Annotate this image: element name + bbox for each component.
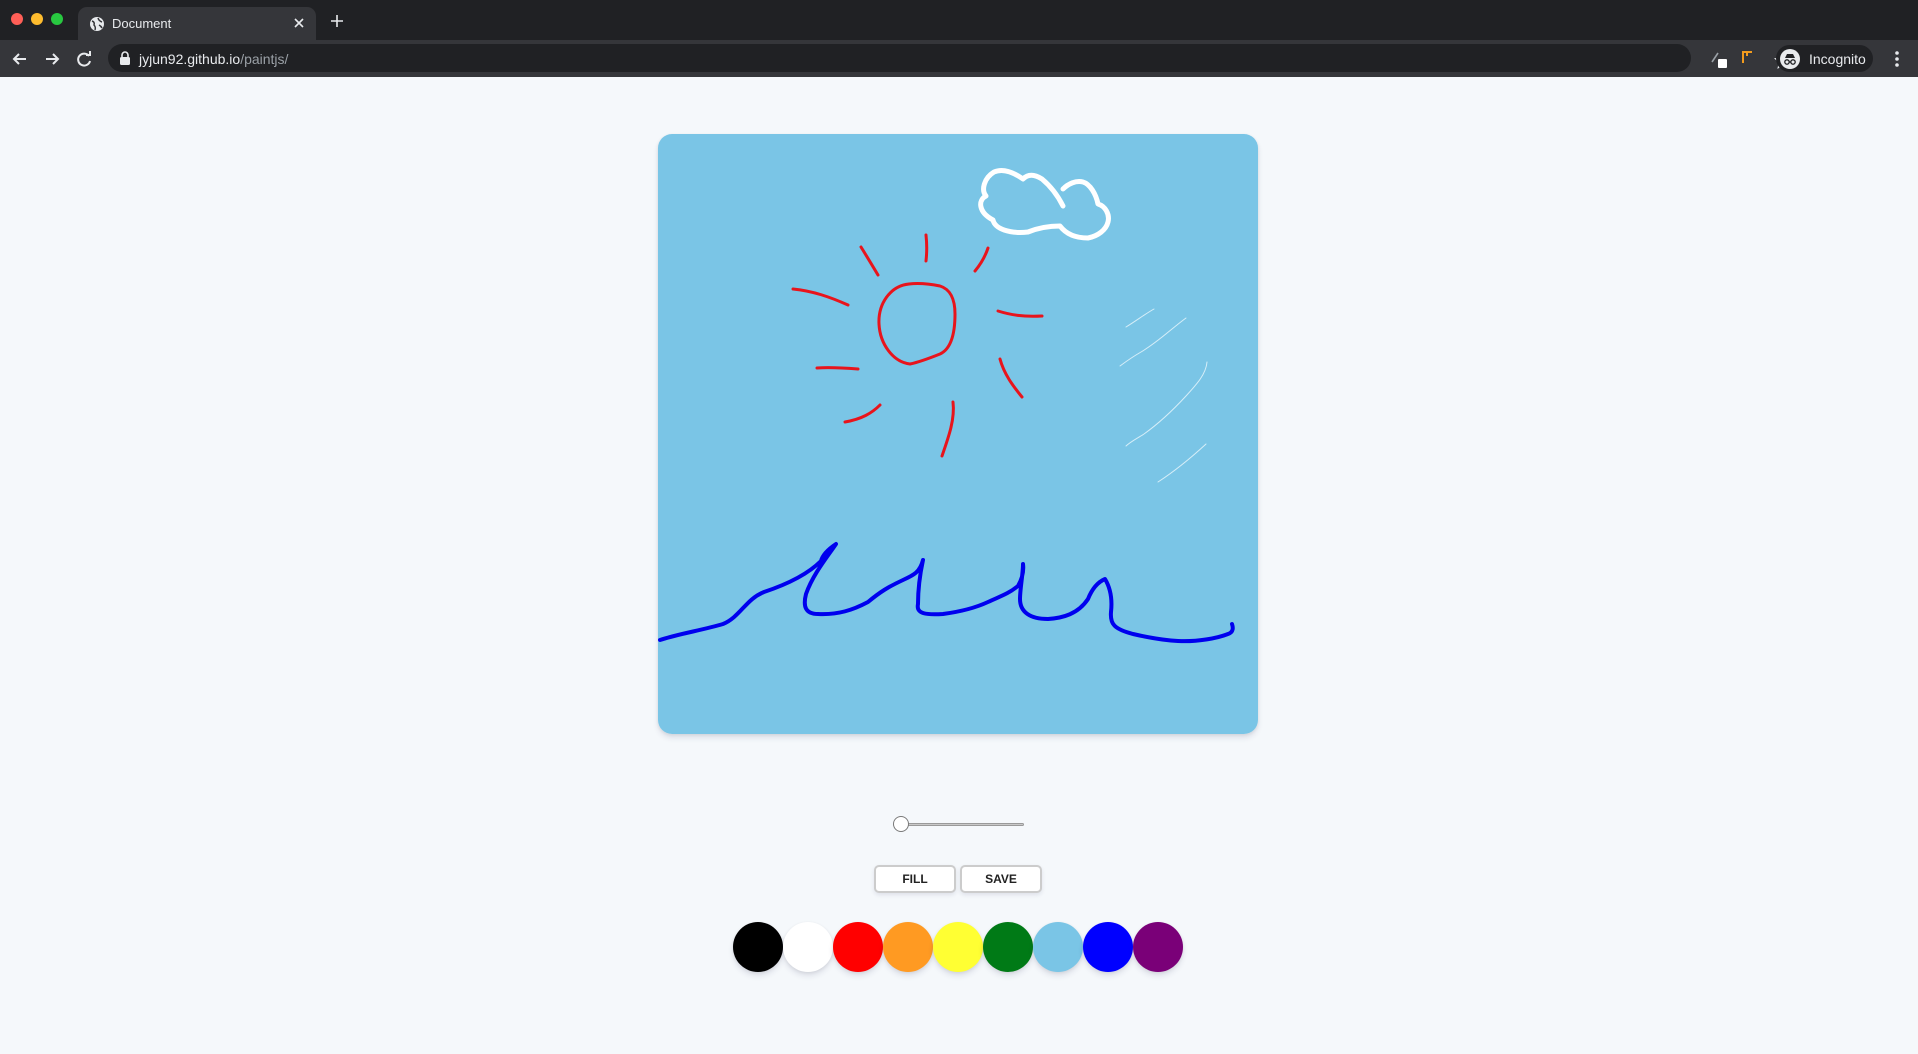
slider-thumb[interactable] <box>893 816 909 832</box>
close-window-button[interactable] <box>11 13 23 25</box>
color-swatch[interactable] <box>883 922 933 972</box>
color-swatch[interactable] <box>833 922 883 972</box>
forward-arrow-icon[interactable] <box>42 49 62 69</box>
brush-size-slider[interactable] <box>893 816 1024 832</box>
sun-ray <box>924 233 929 263</box>
canvas-background <box>658 134 1258 734</box>
color-swatch[interactable] <box>1133 922 1183 972</box>
browser-tab[interactable]: Document <box>78 7 316 40</box>
browser-toolbar: jyjun92.github.io/paintjs/ Incognito <box>0 40 1918 77</box>
reload-icon[interactable] <box>74 49 94 69</box>
close-icon[interactable] <box>291 15 307 31</box>
save-button[interactable]: Save <box>960 865 1042 893</box>
color-swatch[interactable] <box>1033 922 1083 972</box>
zoom-window-button[interactable] <box>51 13 63 25</box>
more-vert-icon[interactable] <box>1889 49 1905 69</box>
lock-icon[interactable] <box>119 51 131 65</box>
color-swatch[interactable] <box>733 922 783 972</box>
address-bar[interactable]: jyjun92.github.io/paintjs/ <box>108 44 1792 72</box>
extension-icon[interactable] <box>1709 49 1729 69</box>
slider-track[interactable] <box>893 823 1024 826</box>
url-path: /paintjs/ <box>240 51 289 67</box>
profile-button[interactable]: Incognito <box>1776 45 1873 72</box>
canvas-drawing[interactable] <box>658 134 1258 734</box>
minimize-window-button[interactable] <box>31 13 43 25</box>
color-swatch[interactable] <box>933 922 983 972</box>
fill-button[interactable]: Fill <box>874 865 956 893</box>
plus-icon[interactable] <box>329 13 345 29</box>
back-arrow-icon[interactable] <box>10 49 30 69</box>
color-swatch[interactable] <box>1083 922 1133 972</box>
color-swatch[interactable] <box>983 922 1033 972</box>
paint-canvas[interactable] <box>658 134 1258 734</box>
extension-icon[interactable] <box>1739 49 1755 65</box>
tab-title: Document <box>112 16 172 31</box>
url-text: jyjun92.github.io/paintjs/ <box>139 51 288 67</box>
color-swatch[interactable] <box>783 922 833 972</box>
browser-tabstrip: Document <box>0 0 1918 40</box>
url-host: jyjun92.github.io <box>139 51 241 67</box>
profile-label: Incognito <box>1809 51 1866 67</box>
sun-ray <box>815 366 860 371</box>
globe-icon <box>90 17 104 31</box>
incognito-icon <box>1780 49 1800 69</box>
